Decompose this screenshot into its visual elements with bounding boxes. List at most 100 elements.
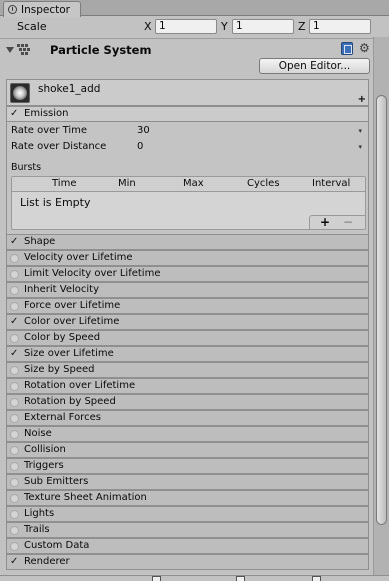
foldout-arrow-icon[interactable] (6, 47, 14, 53)
module-collision[interactable]: Collision (6, 442, 369, 458)
scale-y-field[interactable]: 1 (232, 19, 294, 34)
bottom-toolbar (0, 575, 389, 581)
module-toggle-off[interactable] (10, 430, 19, 439)
system-header[interactable]: shoke1_add + (6, 79, 369, 106)
dropdown-arrow-icon[interactable]: ▾ (358, 141, 362, 153)
scale-z-label[interactable]: Z (298, 20, 306, 33)
particle-system-icon (17, 44, 31, 56)
module-label: Size over Lifetime (24, 348, 114, 359)
bottom-checkbox-3[interactable] (312, 576, 323, 581)
gear-icon[interactable]: ⚙ (359, 41, 370, 55)
module-label: Lights (24, 508, 55, 519)
module-toggle-off[interactable] (10, 478, 19, 487)
add-burst-button[interactable]: + (320, 215, 330, 229)
help-book-icon[interactable] (341, 42, 353, 55)
module-toggle-off[interactable] (10, 366, 19, 375)
module-force-over-lifetime[interactable]: Force over Lifetime (6, 298, 369, 314)
module-toggle-off[interactable] (10, 526, 19, 535)
module-label: Velocity over Lifetime (24, 252, 133, 263)
bursts-label: Bursts (11, 162, 42, 173)
module-renderer[interactable]: ✓ Renderer (6, 554, 369, 570)
module-lights[interactable]: Lights (6, 506, 369, 522)
module-inherit-velocity[interactable]: Inherit Velocity (6, 282, 369, 298)
module-label: Sub Emitters (24, 476, 89, 487)
module-toggle-off[interactable] (10, 510, 19, 519)
scale-y-label[interactable]: Y (221, 20, 228, 33)
remove-burst-button[interactable]: − (343, 215, 353, 229)
module-label: Triggers (24, 460, 64, 471)
checkbox-icon[interactable] (152, 576, 161, 581)
module-rotation-by-speed[interactable]: Rotation by Speed (6, 394, 369, 410)
module-label: Renderer (24, 556, 70, 567)
module-noise[interactable]: Noise (6, 426, 369, 442)
module-trails[interactable]: Trails (6, 522, 369, 538)
bursts-col-min: Min (118, 178, 136, 189)
add-system-button[interactable]: + (358, 94, 366, 105)
scrollbar-thumb[interactable] (376, 95, 387, 525)
system-name: shoke1_add (38, 83, 101, 95)
module-toggle-off[interactable] (10, 286, 19, 295)
module-label: Inherit Velocity (24, 284, 99, 295)
module-toggle-off[interactable] (10, 398, 19, 407)
bursts-col-max: Max (183, 178, 204, 189)
module-toggle-off[interactable] (10, 446, 19, 455)
module-external-forces[interactable]: External Forces (6, 410, 369, 426)
module-label: Force over Lifetime (24, 300, 121, 311)
module-label: Color over Lifetime (24, 316, 120, 327)
check-icon[interactable]: ✓ (10, 109, 20, 119)
scale-x-label[interactable]: X (144, 20, 152, 33)
tab-inspector[interactable]: Inspector (3, 1, 81, 17)
module-emission[interactable]: ✓ Emission (6, 106, 369, 122)
module-toggle-off[interactable] (10, 254, 19, 263)
vertical-scrollbar[interactable] (373, 37, 389, 575)
module-color-by-speed[interactable]: Color by Speed (6, 330, 369, 346)
module-toggle-off[interactable] (10, 334, 19, 343)
module-rotation-over-lifetime[interactable]: Rotation over Lifetime (6, 378, 369, 394)
module-texture-sheet-animation[interactable]: Texture Sheet Animation (6, 490, 369, 506)
module-size-over-lifetime[interactable]: ✓ Size over Lifetime (6, 346, 369, 362)
module-size-by-speed[interactable]: Size by Speed (6, 362, 369, 378)
module-label: Custom Data (24, 540, 90, 551)
module-sub-emitters[interactable]: Sub Emitters (6, 474, 369, 490)
check-icon[interactable]: ✓ (10, 557, 20, 567)
rate-over-time-label: Rate over Time (11, 125, 88, 136)
module-toggle-off[interactable] (10, 542, 19, 551)
check-icon[interactable]: ✓ (10, 349, 20, 359)
tab-bar: Inspector (0, 0, 389, 17)
module-label: Emission (24, 108, 69, 119)
module-limit-velocity-over-lifetime[interactable]: Limit Velocity over Lifetime (6, 266, 369, 282)
checkbox-icon[interactable] (236, 576, 245, 581)
checkbox-icon[interactable] (312, 576, 321, 581)
bottom-checkbox-1[interactable] (152, 576, 163, 581)
module-triggers[interactable]: Triggers (6, 458, 369, 474)
rate-over-distance-value: 0 (137, 141, 144, 152)
module-toggle-off[interactable] (10, 414, 19, 423)
particle-thumbnail (10, 83, 30, 103)
module-shape[interactable]: ✓ Shape (6, 234, 369, 250)
scale-label: Scale (17, 20, 47, 33)
bottom-checkbox-2[interactable] (236, 576, 247, 581)
open-editor-button[interactable]: Open Editor... (259, 58, 370, 74)
particle-module-panel: shoke1_add + ✓ Emission Rate over Time 3… (6, 79, 369, 575)
module-toggle-off[interactable] (10, 270, 19, 279)
rate-over-time-field[interactable]: 30 ▾ (134, 125, 364, 138)
module-toggle-off[interactable] (10, 302, 19, 311)
module-toggle-off[interactable] (10, 462, 19, 471)
dropdown-arrow-icon[interactable]: ▾ (358, 125, 362, 137)
scale-x-field[interactable]: 1 (155, 19, 217, 34)
module-toggle-off[interactable] (10, 494, 19, 503)
rate-over-time-value: 30 (137, 125, 150, 136)
module-label: Collision (24, 444, 66, 455)
scale-z-field[interactable]: 1 (309, 19, 371, 34)
emission-body: Rate over Time 30 ▾ Rate over Distance 0… (6, 122, 369, 236)
module-velocity-over-lifetime[interactable]: Velocity over Lifetime (6, 250, 369, 266)
component-title: Particle System (50, 43, 152, 57)
module-label: Noise (24, 428, 52, 439)
module-color-over-lifetime[interactable]: ✓ Color over Lifetime (6, 314, 369, 330)
module-toggle-off[interactable] (10, 382, 19, 391)
module-custom-data[interactable]: Custom Data (6, 538, 369, 554)
rate-over-distance-field[interactable]: 0 ▾ (134, 141, 364, 154)
check-icon[interactable]: ✓ (10, 237, 20, 247)
check-icon[interactable]: ✓ (10, 317, 20, 327)
module-label: Limit Velocity over Lifetime (24, 268, 161, 279)
